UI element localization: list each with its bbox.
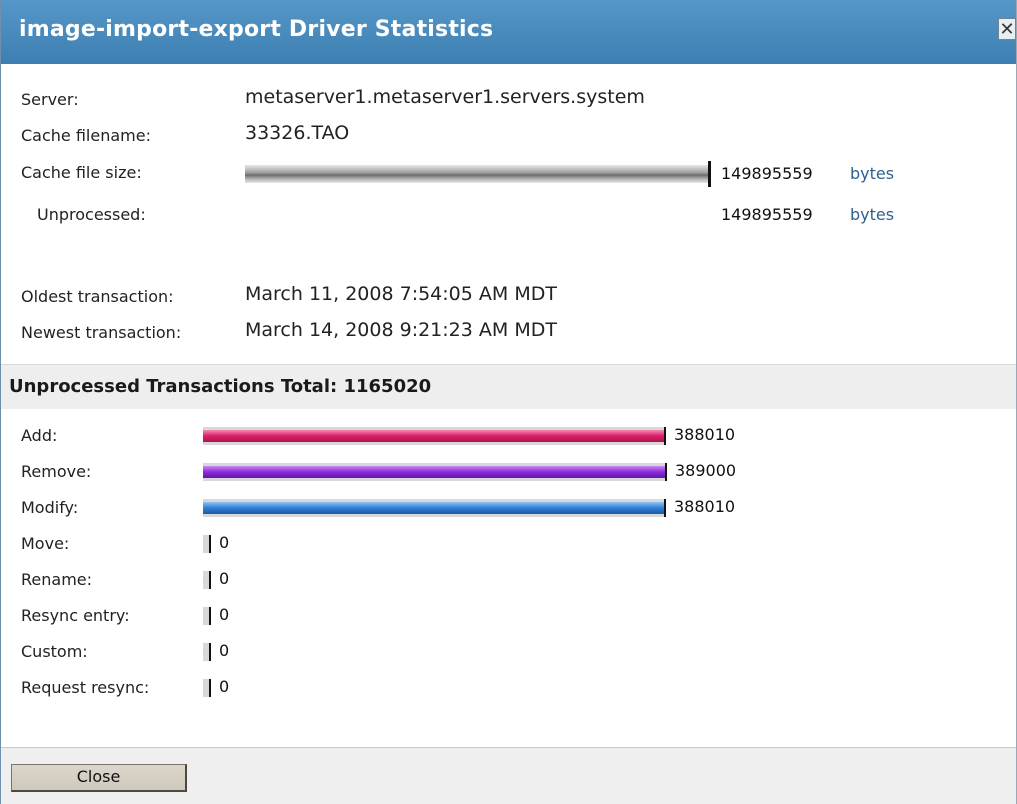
- transaction-bar-fill: [203, 430, 664, 442]
- transaction-bar: [203, 643, 211, 661]
- close-button[interactable]: Close: [11, 764, 187, 792]
- unprocessed-label: Unprocessed:: [37, 205, 146, 224]
- transaction-label: Modify:: [21, 498, 79, 517]
- transaction-bar-end: [209, 607, 211, 625]
- cache-size-unit: bytes: [850, 164, 895, 183]
- transaction-count: 389000: [675, 461, 737, 480]
- transaction-bar-end: [209, 643, 211, 661]
- footer: Close: [1, 748, 1016, 804]
- transactions-total-label: Unprocessed Transactions Total:: [9, 376, 338, 397]
- transaction-count: 388010: [674, 497, 736, 516]
- transaction-bar-fill: [203, 466, 665, 478]
- transaction-count: 0: [219, 641, 230, 660]
- transaction-count: 0: [219, 677, 230, 696]
- cache-filename-label: Cache filename:: [21, 126, 151, 145]
- transaction-label: Remove:: [21, 462, 92, 481]
- transaction-bar: [203, 535, 211, 553]
- transaction-bar: [203, 427, 666, 445]
- transaction-bar-end: [664, 499, 666, 517]
- transaction-bar-fill: [203, 502, 664, 514]
- transactions-section-header: Unprocessed Transactions Total: 1165020: [1, 364, 1016, 409]
- server-value: metaserver1.metaserver1.servers.system: [245, 86, 645, 108]
- cache-filename-value: 33326.TAO: [245, 122, 350, 144]
- transaction-label: Move:: [21, 534, 70, 553]
- transaction-bar-end: [209, 679, 211, 697]
- transaction-count: 0: [219, 569, 230, 588]
- transaction-bar: [203, 499, 666, 517]
- transaction-bar-end: [209, 535, 211, 553]
- cache-size-bar: [245, 165, 710, 183]
- transaction-label: Resync entry:: [21, 606, 130, 625]
- transaction-bar-end: [209, 571, 211, 589]
- transaction-label: Add:: [21, 426, 58, 445]
- transactions-total-value: 1165020: [343, 376, 432, 397]
- oldest-transaction-value: March 11, 2008 7:54:05 AM MDT: [245, 283, 557, 305]
- driver-statistics-dialog: image-import-export Driver Statistics ✕ …: [0, 0, 1017, 804]
- cache-size-label: Cache file size:: [21, 163, 142, 182]
- transactions-total: Unprocessed Transactions Total: 1165020: [9, 376, 431, 397]
- close-icon[interactable]: ✕: [998, 18, 1016, 40]
- server-label: Server:: [21, 90, 79, 109]
- newest-transaction-label: Newest transaction:: [21, 323, 182, 342]
- dialog-title: image-import-export Driver Statistics: [19, 17, 494, 42]
- transaction-label: Request resync:: [21, 678, 150, 697]
- title-bar: image-import-export Driver Statistics ✕: [1, 0, 1016, 64]
- transaction-bar-end: [664, 427, 666, 445]
- transaction-bar-end: [665, 463, 667, 481]
- unprocessed-unit: bytes: [850, 205, 895, 224]
- transaction-bar: [203, 463, 667, 481]
- transaction-bar: [203, 571, 211, 589]
- transaction-count: 0: [219, 605, 230, 624]
- cache-size-value: 149895559: [721, 164, 813, 183]
- cache-size-bar-end: [708, 161, 711, 187]
- unprocessed-value: 149895559: [721, 205, 813, 224]
- transaction-label: Rename:: [21, 570, 93, 589]
- transaction-bar: [203, 607, 211, 625]
- transaction-count: 388010: [674, 425, 736, 444]
- transaction-label: Custom:: [21, 642, 88, 661]
- oldest-transaction-label: Oldest transaction:: [21, 287, 174, 306]
- newest-transaction-value: March 14, 2008 9:21:23 AM MDT: [245, 319, 557, 341]
- transaction-count: 0: [219, 533, 230, 552]
- transaction-bar: [203, 679, 211, 697]
